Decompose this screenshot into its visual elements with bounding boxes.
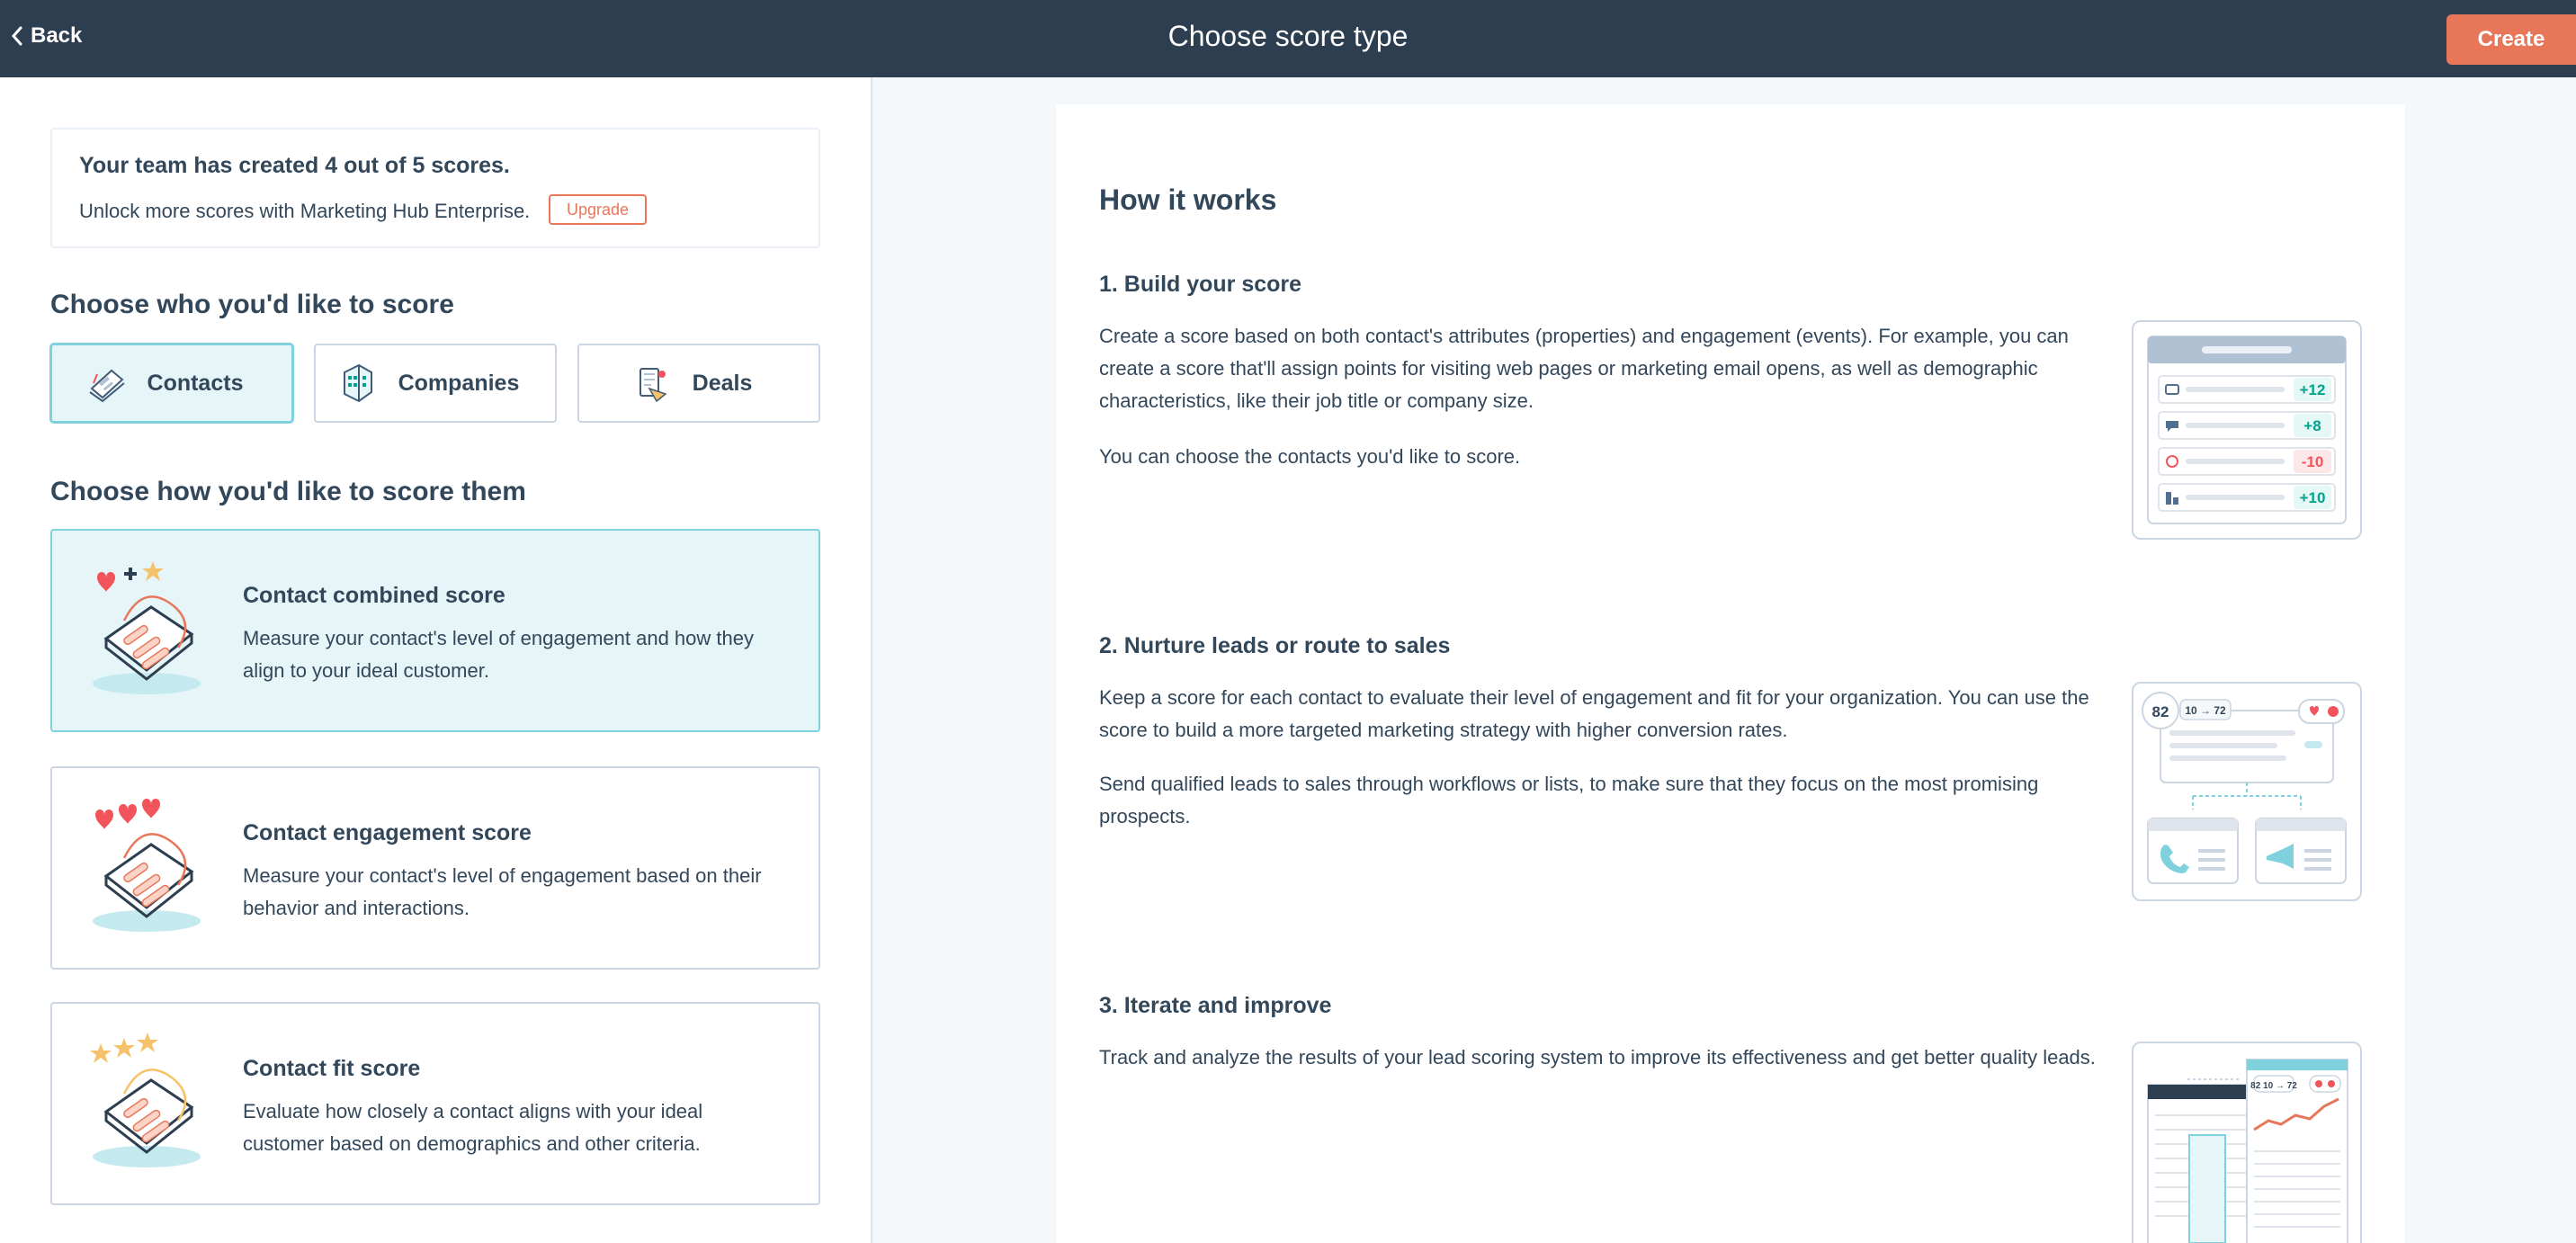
fit-score-title: Contact fit score [243, 1056, 421, 1081]
upgrade-button[interactable]: Upgrade [549, 194, 648, 225]
engagement-score-illustration [93, 799, 201, 932]
engagement-score-description: Measure your contact's level of engageme… [243, 864, 762, 919]
who-section-title: Choose who you'd like to score [50, 290, 454, 319]
contacts-label: Contacts [147, 370, 244, 396]
how-section-title: Choose how you'd like to score them [50, 477, 526, 506]
how-it-works-panel: How it works 1. Build your score Create … [1056, 104, 2405, 1243]
badge-text-4: +10 [2300, 489, 2326, 506]
step-2-illustration: 82 10 → 72 [2132, 682, 2362, 901]
companies-label: Companies [398, 370, 520, 396]
combined-score-title: Contact combined score [243, 583, 505, 608]
step-1-title: 1. Build your score [1099, 272, 1302, 297]
engagement-score-card[interactable]: Contact engagement score Measure your co… [50, 766, 820, 970]
companies-icon [343, 363, 372, 403]
top-bar: Back Choose score type Create [0, 0, 2576, 77]
badge-text-1: +12 [2300, 381, 2326, 398]
svg-text:82 10 → 72: 82 10 → 72 [2250, 1081, 2297, 1091]
badge-text-2: +8 [2303, 417, 2321, 434]
lead-score-text: 82 [2152, 703, 2169, 720]
create-button[interactable]: Create [2446, 14, 2576, 65]
step-3-paragraph-1: Track and analyze the results of your le… [1099, 1046, 2096, 1069]
step-3-illustration: 82 10 → 72 [2132, 1042, 2362, 1243]
companies-option[interactable]: Companies [314, 344, 557, 423]
engagement-score-title: Contact engagement score [243, 820, 532, 845]
step-1-illustration: +12 +8 -10 +10 [2132, 320, 2362, 540]
step-1-paragraph-2: You can choose the contacts you'd like t… [1099, 445, 1521, 468]
step-3-title: 3. Iterate and improve [1099, 993, 1332, 1018]
score-limit-text: Unlock more scores with Marketing Hub En… [79, 200, 531, 222]
fit-score-illustration [90, 1033, 201, 1167]
step-2-paragraph-1: Keep a score for each contact to evaluat… [1099, 686, 2089, 741]
fit-score-description: Evaluate how closely a contact aligns wi… [243, 1100, 703, 1155]
combined-score-description: Measure your contact's level of engageme… [243, 627, 754, 682]
deals-label: Deals [692, 370, 753, 396]
step-1-paragraph-1: Create a score based on both contact's a… [1099, 325, 2069, 412]
contacts-option[interactable]: Contacts [50, 344, 293, 423]
badge-text-3: -10 [2302, 453, 2324, 470]
combined-score-card[interactable]: Contact combined score Measure your cont… [50, 529, 820, 732]
step-2-title: 2. Nurture leads or route to sales [1099, 633, 1451, 658]
deals-icon [639, 368, 667, 403]
deals-option[interactable]: Deals [577, 344, 820, 423]
left-panel: Your team has created 4 out of 5 scores.… [0, 77, 872, 1243]
trend-score-text: 82 [2250, 1081, 2261, 1091]
score-limit-notice: Your team has created 4 out of 5 scores.… [50, 128, 820, 248]
contacts-icon [88, 369, 125, 403]
trend-range-text: 10 → 72 [2263, 1081, 2297, 1091]
combined-score-illustration [93, 561, 201, 694]
page-title: Choose score type [1167, 20, 1409, 52]
step-2-paragraph-2: Send qualified leads to sales through wo… [1099, 773, 2039, 827]
how-it-works-title: How it works [1099, 183, 1277, 216]
fit-score-card[interactable]: Contact fit score Evaluate how closely a… [50, 1002, 820, 1205]
score-limit-title: Your team has created 4 out of 5 scores. [79, 153, 510, 178]
lead-range-text: 10 → 72 [2185, 704, 2226, 717]
